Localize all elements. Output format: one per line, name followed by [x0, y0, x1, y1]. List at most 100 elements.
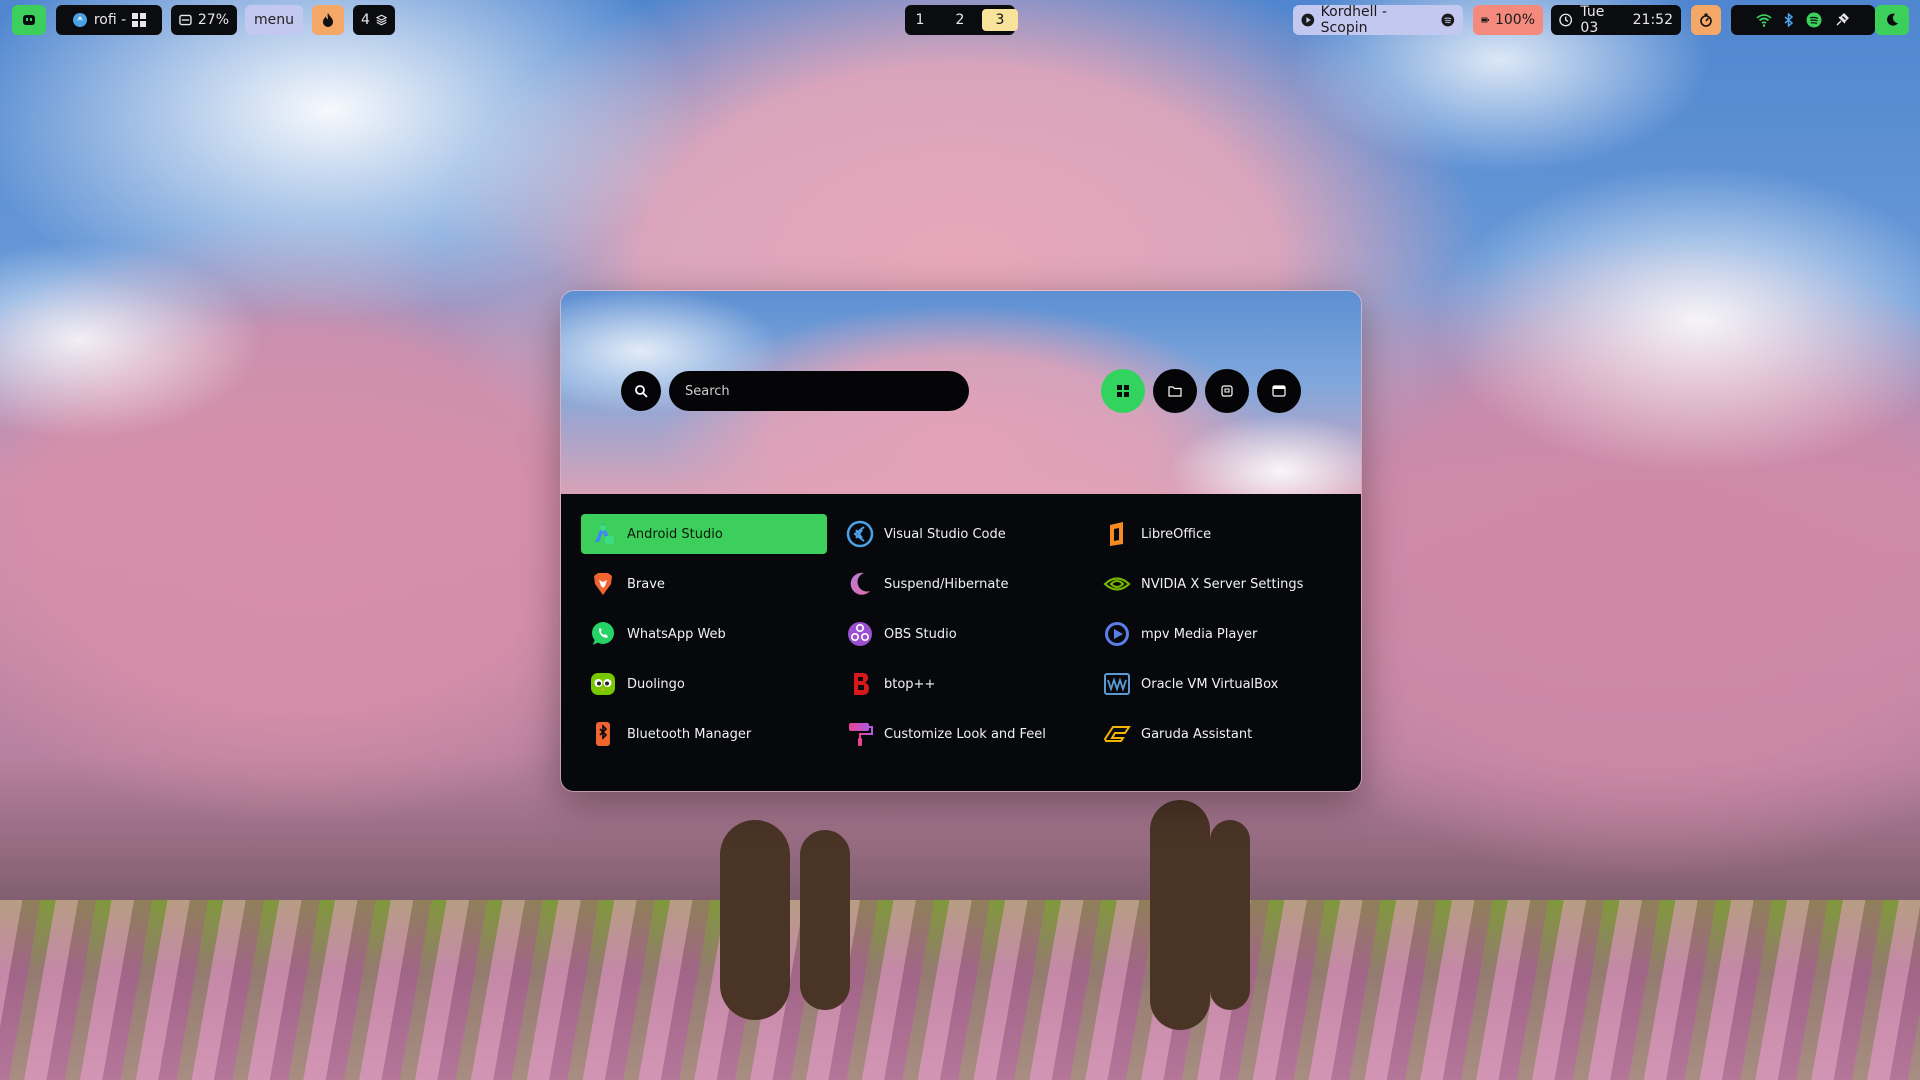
apps-grid-icon: [1117, 385, 1129, 397]
app-item-bluetooth-manager[interactable]: Bluetooth Manager: [581, 714, 827, 754]
flame-icon: [323, 13, 333, 27]
layers-count: 4: [361, 12, 370, 28]
app-label: Visual Studio Code: [884, 526, 1006, 542]
app-item-libreoffice[interactable]: LibreOffice: [1095, 514, 1341, 554]
app-label: NVIDIA X Server Settings: [1141, 576, 1304, 592]
terminal-window-icon: [1272, 385, 1286, 397]
mode-apps-button[interactable]: [1101, 369, 1145, 413]
launcher-button[interactable]: [12, 5, 46, 35]
nvidia-icon: [1101, 568, 1133, 600]
app-item-vscode[interactable]: Visual Studio Code: [838, 514, 1084, 554]
wallpaper-ground: [0, 900, 1920, 1080]
battery-icon: [1481, 17, 1489, 23]
app-label: Bluetooth Manager: [627, 726, 752, 742]
workspace-button[interactable]: 3: [982, 9, 1018, 31]
active-window[interactable]: rofi -: [56, 5, 162, 35]
btop-icon: [844, 668, 876, 700]
app-item-virtualbox[interactable]: Oracle VM VirtualBox: [1095, 664, 1341, 704]
app-label: Brave: [627, 576, 665, 592]
network-manager-icon[interactable]: [1834, 12, 1850, 28]
menu-button[interactable]: menu: [245, 5, 303, 35]
timer-button[interactable]: [1691, 5, 1721, 35]
app-item-whatsapp[interactable]: WhatsApp Web: [581, 614, 827, 654]
app-list: Android Studio Visual Studio Code LibreO…: [561, 494, 1361, 791]
cpu-icon: [179, 14, 192, 26]
app-label: Android Studio: [627, 526, 723, 542]
layers-widget[interactable]: 4: [353, 5, 395, 35]
app-label: WhatsApp Web: [627, 626, 726, 642]
workspaces: 1 2 3: [902, 5, 1018, 35]
stopwatch-icon: [1700, 13, 1712, 27]
workspace-button[interactable]: 1: [902, 9, 938, 31]
media-widget[interactable]: Kordhell - Scopin: [1293, 4, 1463, 36]
layers-icon: [375, 14, 387, 26]
paint-roller-icon: [844, 718, 876, 750]
launcher-header: [561, 291, 1361, 494]
clock-icon: [1559, 13, 1573, 27]
app-item-brave[interactable]: Brave: [581, 564, 827, 604]
duolingo-icon: [587, 668, 619, 700]
rofi-launcher: Android Studio Visual Studio Code: [560, 290, 1362, 792]
search-button[interactable]: [621, 371, 661, 411]
wifi-icon[interactable]: [1756, 13, 1772, 27]
mode-files-button[interactable]: [1153, 369, 1197, 413]
spotify-icon: [1441, 13, 1455, 27]
bluetooth-manager-icon: [587, 718, 619, 750]
workspace-button[interactable]: 2: [942, 9, 978, 31]
wallpaper-trunk: [1150, 800, 1210, 1030]
cpu-percent: 27%: [197, 12, 229, 28]
robot-icon: [23, 15, 35, 25]
app-item-nvidia-settings[interactable]: NVIDIA X Server Settings: [1095, 564, 1341, 604]
spotify-tray-icon[interactable]: [1806, 12, 1822, 28]
garuda-logo-icon: [72, 13, 87, 27]
app-item-obs[interactable]: OBS Studio: [838, 614, 1084, 654]
mpv-icon: [1101, 618, 1133, 650]
menu-label: menu: [254, 12, 294, 28]
wallpaper-trunk: [720, 820, 790, 1020]
app-item-customize-look[interactable]: Customize Look and Feel: [838, 714, 1084, 754]
moon-icon: [1887, 13, 1898, 26]
wallpaper-trunk: [1210, 820, 1250, 1010]
app-item-garuda-assistant[interactable]: Garuda Assistant: [1095, 714, 1341, 754]
tray: [1731, 5, 1875, 35]
whatsapp-icon: [587, 618, 619, 650]
app-item-btop[interactable]: btop++: [838, 664, 1084, 704]
cpu-widget[interactable]: 27%: [171, 5, 237, 35]
battery-percent: 100%: [1494, 12, 1535, 28]
garuda-icon: [1101, 718, 1133, 750]
app-label: LibreOffice: [1141, 526, 1212, 542]
windows-grid-icon: [132, 13, 147, 27]
play-icon: [1301, 13, 1315, 27]
clock-time: 21:52: [1632, 12, 1673, 28]
search-icon: [635, 385, 648, 398]
app-label: Oracle VM VirtualBox: [1141, 676, 1279, 692]
app-item-suspend[interactable]: Suspend/Hibernate: [838, 564, 1084, 604]
bluetooth-icon[interactable]: [1784, 13, 1794, 27]
mode-windows-button[interactable]: [1205, 369, 1249, 413]
brave-icon: [587, 568, 619, 600]
libreoffice-icon: [1101, 518, 1133, 550]
app-label: Suspend/Hibernate: [884, 576, 1009, 592]
clock-widget[interactable]: Tue 03 21:52: [1551, 4, 1681, 36]
power-profile-button[interactable]: [312, 5, 344, 35]
moon-icon: [844, 568, 876, 600]
wallpaper-trunk: [800, 830, 850, 1010]
mode-run-button[interactable]: [1257, 369, 1301, 413]
app-label: Duolingo: [627, 676, 685, 692]
app-label: Garuda Assistant: [1141, 726, 1253, 742]
media-title: Kordhell - Scopin: [1320, 4, 1387, 36]
battery-widget[interactable]: 100%: [1473, 5, 1543, 35]
app-item-duolingo[interactable]: Duolingo: [581, 664, 827, 704]
theme-toggle[interactable]: [1875, 5, 1909, 35]
app-label: mpv Media Player: [1141, 626, 1258, 642]
app-item-android-studio[interactable]: Android Studio: [581, 514, 827, 554]
folder-icon: [1168, 386, 1182, 397]
app-item-mpv[interactable]: mpv Media Player: [1095, 614, 1341, 654]
vscode-icon: [844, 518, 876, 550]
search-input[interactable]: [669, 371, 969, 411]
clock-date: Tue 03: [1580, 4, 1605, 36]
obs-icon: [844, 618, 876, 650]
workspace-list: 1 2 3: [902, 9, 1018, 31]
app-label: btop++: [884, 676, 936, 692]
virtualbox-icon: [1101, 668, 1133, 700]
